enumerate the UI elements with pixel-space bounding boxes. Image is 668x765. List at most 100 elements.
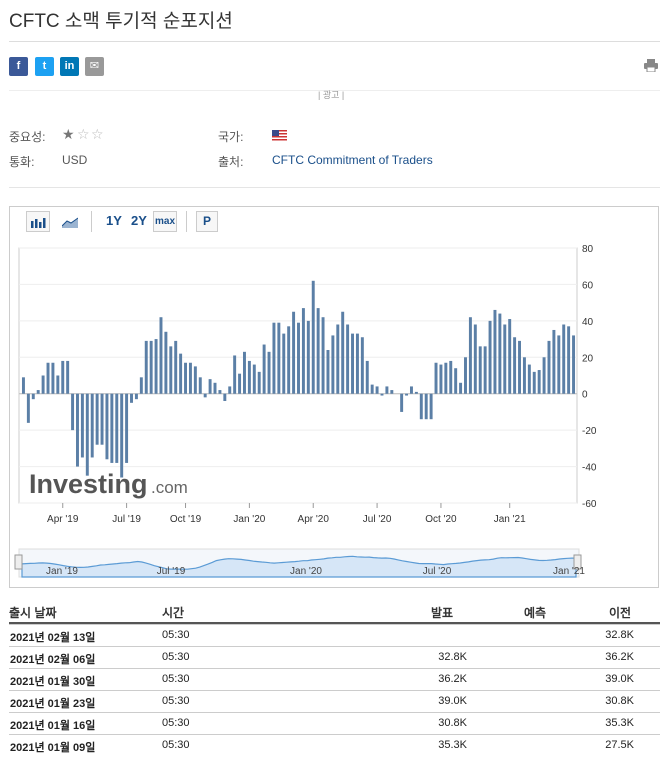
bar[interactable] [154, 339, 158, 394]
bar[interactable] [31, 393, 35, 400]
bar[interactable] [247, 360, 251, 394]
bar[interactable] [46, 362, 50, 394]
bar[interactable] [473, 324, 477, 394]
bar[interactable] [567, 326, 571, 394]
bar[interactable] [188, 362, 192, 394]
bar[interactable] [130, 393, 133, 403]
bar[interactable] [139, 377, 143, 394]
bar[interactable] [71, 393, 75, 431]
bar[interactable] [51, 362, 55, 394]
bar[interactable] [385, 386, 389, 394]
bar[interactable] [184, 362, 188, 394]
bar[interactable] [464, 357, 467, 394]
bar[interactable] [518, 340, 521, 394]
bar[interactable] [351, 333, 354, 394]
bar[interactable] [449, 360, 453, 394]
bar[interactable] [223, 393, 227, 401]
bar[interactable] [134, 393, 138, 400]
bar[interactable] [552, 329, 556, 394]
bar[interactable] [149, 340, 153, 394]
bar[interactable] [419, 393, 423, 420]
bar[interactable] [287, 326, 291, 394]
bar[interactable] [203, 393, 207, 398]
bar[interactable] [21, 377, 25, 394]
bar[interactable] [459, 382, 463, 394]
bar[interactable] [80, 393, 84, 458]
bar[interactable] [547, 340, 551, 394]
bar[interactable] [110, 393, 114, 463]
bar[interactable] [292, 311, 296, 394]
bar[interactable] [454, 368, 458, 394]
bar[interactable] [238, 373, 242, 394]
bar[interactable] [36, 390, 40, 394]
bar[interactable] [169, 346, 173, 394]
bar[interactable] [297, 322, 300, 394]
bar[interactable] [405, 393, 409, 396]
bar[interactable] [243, 351, 246, 394]
bar[interactable] [414, 391, 418, 394]
bar[interactable] [105, 393, 109, 460]
bar[interactable] [498, 313, 502, 394]
bar[interactable] [400, 393, 404, 412]
bar[interactable] [164, 331, 168, 394]
bar[interactable] [282, 333, 286, 394]
bar[interactable] [532, 371, 536, 394]
bar[interactable] [95, 393, 99, 445]
bar[interactable] [493, 309, 497, 394]
bar[interactable] [272, 322, 276, 394]
bar[interactable] [360, 337, 364, 394]
bar[interactable] [331, 335, 335, 394]
navigator-left-handle[interactable] [14, 554, 23, 570]
bar[interactable] [120, 393, 124, 478]
bar[interactable] [218, 390, 222, 394]
bar[interactable] [257, 371, 261, 394]
bar[interactable] [228, 386, 232, 394]
bar[interactable] [277, 322, 281, 394]
bar[interactable] [488, 320, 492, 394]
bar[interactable] [513, 337, 517, 394]
bar[interactable] [306, 320, 310, 394]
bar[interactable] [409, 386, 413, 394]
bar[interactable] [380, 393, 384, 396]
bar[interactable] [429, 393, 433, 420]
bar[interactable] [468, 317, 472, 394]
bar[interactable] [198, 377, 202, 394]
bar[interactable] [174, 340, 178, 394]
bar[interactable] [562, 324, 566, 394]
bar[interactable] [434, 362, 438, 394]
bar[interactable] [208, 379, 212, 394]
bar[interactable] [572, 335, 576, 394]
bar[interactable] [179, 353, 183, 394]
bar[interactable] [478, 346, 482, 394]
bar[interactable] [483, 346, 487, 394]
bar[interactable] [159, 317, 163, 394]
bar[interactable] [233, 355, 237, 394]
bar[interactable] [316, 308, 320, 394]
bar[interactable] [85, 393, 89, 476]
bar[interactable] [76, 393, 79, 467]
bar[interactable] [341, 311, 345, 394]
bar[interactable] [267, 351, 271, 394]
bar[interactable] [365, 360, 369, 394]
bar[interactable] [41, 375, 45, 394]
bar[interactable] [444, 362, 448, 394]
bar[interactable] [355, 333, 359, 394]
bar[interactable] [311, 280, 315, 394]
bar[interactable] [336, 324, 340, 394]
navigator[interactable]: Jan '19 Jul '19 Jan '20 Jul '20 Jan '21 [14, 548, 585, 578]
bar[interactable] [213, 382, 217, 394]
bar[interactable] [144, 340, 148, 394]
bar[interactable] [508, 319, 512, 394]
bar[interactable] [537, 370, 541, 394]
bar[interactable] [90, 393, 94, 458]
bar[interactable] [346, 324, 350, 394]
bar[interactable] [115, 393, 119, 463]
bar[interactable] [542, 357, 546, 394]
bar[interactable] [326, 350, 330, 394]
bar[interactable] [375, 386, 379, 394]
bar[interactable] [66, 360, 70, 394]
bar[interactable] [262, 344, 266, 394]
bar[interactable] [439, 364, 443, 394]
bar[interactable] [522, 357, 526, 394]
bar[interactable] [390, 390, 394, 394]
